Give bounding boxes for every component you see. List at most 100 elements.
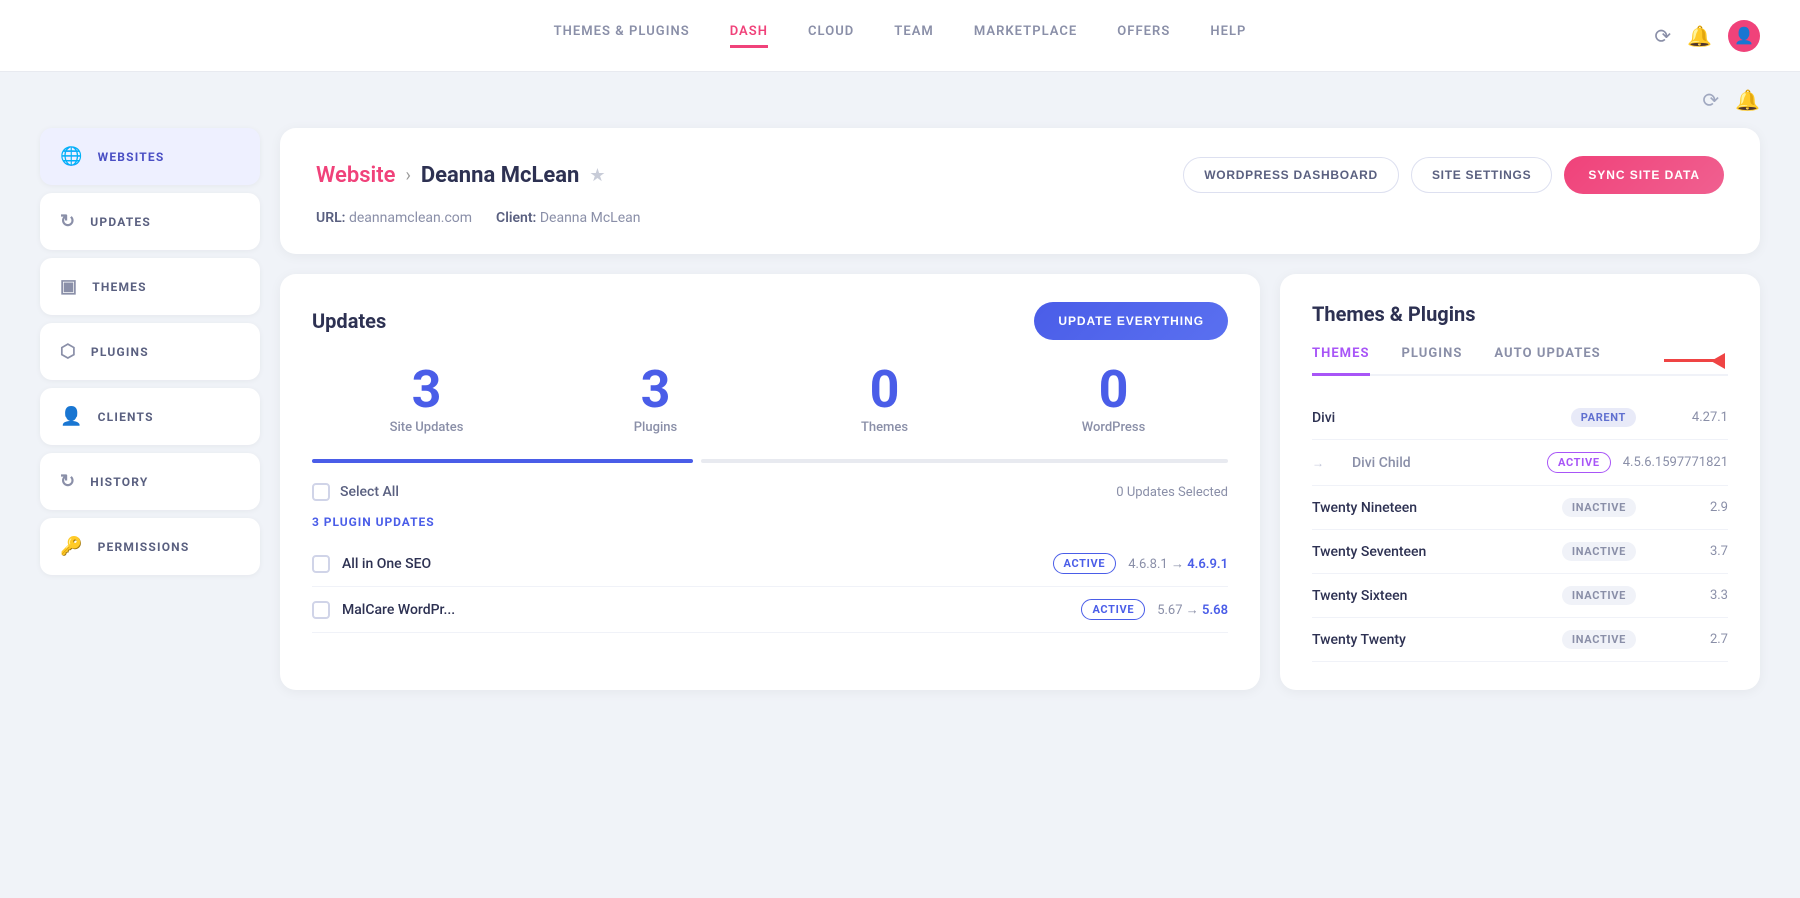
plugin-name-1: MalCare WordPr... (342, 602, 1069, 618)
theme-badge-divi: PARENT (1571, 408, 1636, 427)
nav-offers[interactable]: OFFERS (1117, 24, 1170, 48)
site-meta: URL: deannamclean.com Client: Deanna McL… (316, 210, 1724, 226)
plugin-row-1: MalCare WordPr... ACTIVE 5.67 → 5.68 (312, 587, 1228, 633)
nav-dash[interactable]: DASH (730, 24, 768, 48)
theme-name-divi: Divi (1312, 410, 1559, 426)
stats-row: 3 Site Updates 3 Plugins 0 Themes 0 Word… (312, 364, 1228, 435)
theme-version-divi: 4.27.1 (1648, 410, 1728, 425)
select-all-row: Select All 0 Updates Selected (312, 483, 1228, 501)
themes-icon: ▣ (60, 276, 78, 297)
plugin-version-1: 5.67 → 5.68 (1157, 602, 1228, 618)
tab-themes[interactable]: THEMES (1312, 346, 1370, 376)
theme-row-5: Twenty Twenty INACTIVE 2.7 (1312, 618, 1728, 662)
globe-icon: 🌐 (60, 146, 84, 167)
permissions-icon: 🔑 (60, 536, 84, 557)
select-all-label[interactable]: Select All (340, 484, 399, 500)
sidebar-item-clients[interactable]: 👤 CLIENTS (40, 388, 260, 445)
progress-bar-inactive (701, 459, 1228, 463)
site-url-value: deannamclean.com (349, 210, 472, 226)
nav-themes-plugins[interactable]: THEMES & PLUGINS (554, 24, 690, 48)
two-column-section: Updates UPDATE EVERYTHING 3 Site Updates… (280, 274, 1760, 690)
stat-number-wordpress: 0 (999, 364, 1228, 416)
sync-icon[interactable]: ⟳ (1702, 88, 1719, 112)
nav-help[interactable]: HELP (1210, 24, 1246, 48)
plugin-checkbox-0[interactable] (312, 555, 330, 573)
theme-row-0: Divi PARENT 4.27.1 (1312, 396, 1728, 440)
updates-count: 0 Updates Selected (1116, 485, 1228, 500)
themes-tabs: THEMES PLUGINS AUTO UPDATES (1312, 346, 1728, 376)
themes-panel: Themes & Plugins THEMES PLUGINS AUTO UPD… (1280, 274, 1760, 690)
theme-row-1: → Divi Child ACTIVE 4.5.6.1597771821 (1312, 440, 1728, 486)
updates-panel: Updates UPDATE EVERYTHING 3 Site Updates… (280, 274, 1260, 690)
sidebar-item-websites[interactable]: 🌐 WEBSITES (40, 128, 260, 185)
theme-name-nineteen: Twenty Nineteen (1312, 500, 1550, 516)
plugin-updates-label: 3 PLUGIN UPDATES (312, 515, 1228, 529)
nav-team[interactable]: TEAM (894, 24, 934, 48)
sidebar-item-plugins[interactable]: ⬡ PLUGINS (40, 323, 260, 380)
main-content: Website › Deanna McLean ★ WORDPRESS DASH… (280, 128, 1760, 690)
theme-badge-seventeen: INACTIVE (1562, 542, 1636, 561)
theme-badge-twenty: INACTIVE (1562, 630, 1636, 649)
tab-plugins[interactable]: PLUGINS (1402, 346, 1463, 376)
sidebar-item-permissions[interactable]: 🔑 PERMISSIONS (40, 518, 260, 575)
sidebar-item-history[interactable]: ↻ HISTORY (40, 453, 260, 510)
child-arrow-icon: → (1312, 456, 1324, 470)
theme-row-2: Twenty Nineteen INACTIVE 2.9 (1312, 486, 1728, 530)
progress-bars (312, 459, 1228, 463)
plugin-checkbox-1[interactable] (312, 601, 330, 619)
site-client-value: Deanna McLean (540, 210, 641, 226)
user-avatar[interactable]: 👤 (1728, 20, 1760, 52)
plugins-icon: ⬡ (60, 341, 77, 362)
themes-panel-title: Themes & Plugins (1312, 302, 1728, 326)
tab-auto-updates[interactable]: AUTO UPDATES (1494, 346, 1600, 376)
theme-version-sixteen: 3.3 (1648, 588, 1728, 603)
breadcrumb: Website › Deanna McLean ★ (316, 163, 605, 188)
toolbar-row: ⟳ 🔔 (0, 72, 1800, 128)
sidebar-label-permissions: PERMISSIONS (98, 540, 190, 554)
select-all-checkbox[interactable] (312, 483, 330, 501)
sidebar-label-updates: UPDATES (90, 215, 151, 229)
theme-version-twenty: 2.7 (1648, 632, 1728, 647)
breadcrumb-arrow: › (405, 165, 410, 186)
nav-right: ⟳ 🔔 👤 (1654, 20, 1760, 52)
top-navigation: THEMES & PLUGINS DASH CLOUD TEAM MARKETP… (0, 0, 1800, 72)
theme-badge-divi-child: ACTIVE (1547, 452, 1611, 473)
theme-badge-nineteen: INACTIVE (1562, 498, 1636, 517)
plugin-badge-0: ACTIVE (1053, 553, 1117, 574)
theme-badge-sixteen: INACTIVE (1562, 586, 1636, 605)
arrow-red (1664, 359, 1724, 362)
breadcrumb-website[interactable]: Website (316, 163, 395, 188)
stat-label-themes: Themes (770, 420, 999, 435)
plugin-name-0: All in One SEO (342, 556, 1041, 572)
updates-title: Updates (312, 309, 386, 333)
update-everything-button[interactable]: UPDATE EVERYTHING (1034, 302, 1228, 340)
wordpress-dashboard-button[interactable]: WORDPRESS DASHBOARD (1183, 157, 1399, 193)
stat-wordpress: 0 WordPress (999, 364, 1228, 435)
site-header-top: Website › Deanna McLean ★ WORDPRESS DASH… (316, 156, 1724, 194)
site-settings-button[interactable]: SITE SETTINGS (1411, 157, 1552, 193)
theme-version-nineteen: 2.9 (1648, 500, 1728, 515)
sidebar-item-updates[interactable]: ↻ UPDATES (40, 193, 260, 250)
sidebar: 🌐 WEBSITES ↻ UPDATES ▣ THEMES ⬡ PLUGINS … (40, 128, 260, 690)
stat-label-site-updates: Site Updates (312, 420, 541, 435)
sidebar-item-themes[interactable]: ▣ THEMES (40, 258, 260, 315)
refresh-icon[interactable]: ⟳ (1654, 24, 1671, 48)
star-icon[interactable]: ★ (589, 165, 605, 186)
arrow-indicator (1664, 359, 1728, 362)
stat-label-wordpress: WordPress (999, 420, 1228, 435)
nav-items: THEMES & PLUGINS DASH CLOUD TEAM MARKETP… (554, 24, 1247, 48)
stat-themes: 0 Themes (770, 364, 999, 435)
bell-icon[interactable]: 🔔 (1687, 24, 1712, 48)
stat-number-site-updates: 3 (312, 364, 541, 416)
notification-icon[interactable]: 🔔 (1735, 88, 1760, 112)
site-actions: WORDPRESS DASHBOARD SITE SETTINGS SYNC S… (1183, 156, 1724, 194)
nav-cloud[interactable]: CLOUD (808, 24, 854, 48)
main-layout: 🌐 WEBSITES ↻ UPDATES ▣ THEMES ⬡ PLUGINS … (0, 128, 1800, 730)
theme-name-seventeen: Twenty Seventeen (1312, 544, 1550, 560)
theme-name-divi-child: Divi Child (1336, 455, 1535, 471)
theme-version-seventeen: 3.7 (1648, 544, 1728, 559)
stat-plugins: 3 Plugins (541, 364, 770, 435)
sync-site-data-button[interactable]: SYNC SITE DATA (1564, 156, 1724, 194)
stat-number-themes: 0 (770, 364, 999, 416)
nav-marketplace[interactable]: MARKETPLACE (974, 24, 1077, 48)
